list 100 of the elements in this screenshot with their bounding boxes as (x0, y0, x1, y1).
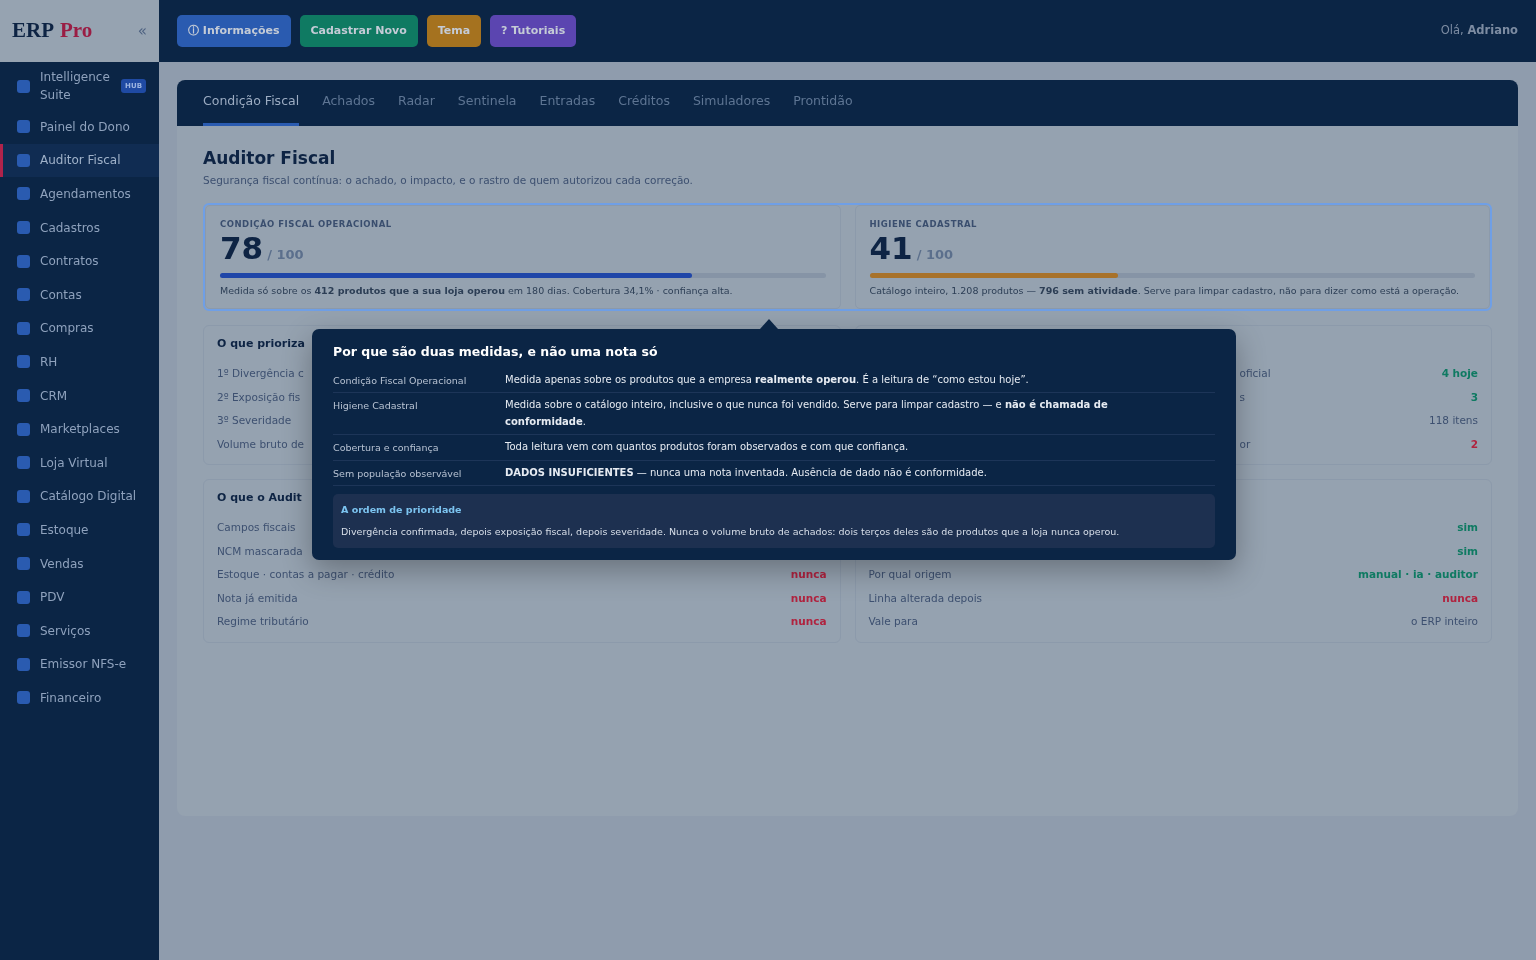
sidebar-item[interactable]: Auditor Fiscal (0, 143, 159, 178)
sidebar-label: Compras (40, 320, 94, 338)
term-label: Cobertura e confiança (333, 441, 440, 456)
row-label: 1º Divergência c (217, 366, 304, 382)
sidebar-item[interactable]: PDV (0, 580, 159, 614)
module-icon (17, 288, 30, 302)
sidebar-label: Emissor NFS-e (40, 656, 127, 674)
sidebar-item[interactable]: Compras (0, 311, 159, 346)
row-label: Volume bruto de (217, 436, 305, 452)
row-label: Linha alterada depois (868, 590, 983, 606)
row-label: 2º Exposição fis (217, 389, 301, 405)
sidebar-item[interactable]: Loja Virtual (0, 445, 159, 480)
score-value: 78 (220, 230, 264, 265)
sidebar-label: RH (40, 353, 58, 371)
row-value: 4 hoje (1441, 366, 1478, 382)
sidebar-label: Auditor Fiscal (40, 152, 121, 170)
score-max: / 100 (916, 245, 954, 264)
sidebar-item[interactable]: Agendamentos (0, 177, 159, 211)
sidebar-item[interactable]: Painel do Dono (0, 110, 159, 144)
popover-title: Por que são duas medidas, e não uma nota só (333, 343, 659, 361)
sidebar-item[interactable]: RH (0, 345, 159, 379)
sidebar-label: Marketplaces (40, 421, 120, 439)
sidebar-item[interactable]: Catálogo Digital (0, 479, 159, 514)
sidebar-item[interactable]: CRM (0, 378, 159, 413)
row-value: nunca (790, 567, 827, 583)
card-title: O que o Audit (217, 491, 302, 505)
tab[interactable]: Sentinela (457, 80, 517, 126)
row-label: Estoque · contas a pagar · crédito (217, 567, 395, 583)
row-label: Vale para (868, 614, 918, 630)
term-label: Higiene Cadastral (333, 399, 419, 414)
term-description: Medida apenas sobre os produtos que a empresa realmente operou. É a leitura de “como estou hoje”. (505, 372, 1030, 387)
sidebar-label: Catálogo Digital (40, 488, 137, 506)
score-note: Medida só sobre os 412 produtos que a sua loja operou em 180 dias. Cobertura 34,1% · confiança alta. (220, 284, 734, 298)
module-icon (17, 355, 30, 369)
term-description: Medida sobre o catálogo inteiro, inclusive o que nunca foi vendido. Serve para limpar cadastro — e não é chamada de conformidade. (505, 398, 1109, 429)
module-icon (17, 590, 30, 604)
row-label: Por qual origem (868, 567, 952, 583)
sidebar-label: Estoque (40, 521, 89, 539)
tab[interactable]: Entradas (539, 80, 596, 126)
tab[interactable]: Simuladores (692, 80, 771, 126)
row-label: Regime tributário (217, 614, 309, 630)
page-title: Auditor Fiscal (203, 148, 337, 169)
module-icon (17, 221, 30, 235)
sidebar-item[interactable]: Contas (0, 277, 159, 312)
sidebar-item[interactable]: Serviços (0, 613, 159, 648)
row-value: 118 itens (1429, 413, 1478, 429)
module-icon (17, 321, 30, 335)
module-icon (17, 624, 30, 638)
row-value: nunca (1442, 590, 1478, 606)
row-label: oficial (1239, 366, 1271, 382)
module-icon (17, 456, 30, 470)
header-button[interactable]: ? Tutoriais (490, 14, 577, 48)
sidebar-item[interactable]: Contratos (0, 244, 159, 278)
module-icon (17, 254, 30, 268)
logo-text: Pro (60, 17, 93, 45)
sidebar-item[interactable]: Emissor NFS-e (0, 647, 159, 682)
module-icon (17, 523, 30, 537)
row-label: 3º Severidade (217, 413, 292, 429)
tab[interactable]: Créditos (618, 80, 670, 126)
sidebar-item[interactable]: Marketplaces (0, 412, 159, 446)
module-icon (17, 187, 30, 201)
module-icon (17, 79, 30, 93)
row-value: o ERP inteiro (1411, 614, 1478, 630)
sidebar-label: Financeiro (40, 689, 102, 707)
row-value: 2 (1470, 436, 1478, 452)
tab[interactable]: Prontidão (793, 80, 853, 126)
header-button[interactable]: Cadastrar Novo (299, 14, 418, 48)
score-note: Catálogo inteiro, 1.208 produtos — 796 sem atividade. Serve para limpar cadastro, não para dizer como está a operação. (869, 284, 1461, 298)
page-subtitle: Segurança fiscal contínua: o achado, o impacto, e o rastro de quem autorizou cada correção. (203, 173, 694, 189)
sidebar-label: Serviços (40, 622, 91, 640)
module-icon (17, 120, 30, 134)
module-icon (17, 422, 30, 436)
row-label: or (1239, 436, 1251, 452)
row-label: Nota já emitida (217, 590, 298, 606)
sidebar-item[interactable]: Cadastros (0, 210, 159, 245)
sidebar-label: PDV (40, 589, 65, 607)
sidebar-label: Cadastros (40, 219, 100, 237)
term-label: Condição Fiscal Operacional (333, 373, 468, 388)
row-label: s (1239, 389, 1245, 405)
sidebar-label: Loja Virtual (40, 454, 108, 472)
sidebar-item[interactable]: Estoque (0, 513, 159, 547)
module-icon (17, 691, 30, 705)
sidebar-item[interactable]: Financeiro (0, 681, 159, 715)
term-label: Sem população observável (333, 466, 463, 481)
greeting-text: Olá, Adriano (1440, 22, 1518, 40)
sidebar-label: Contas (40, 286, 82, 304)
tab[interactable]: Condição Fiscal (203, 80, 300, 126)
score-label: CONDIÇÃO FISCAL OPERACIONAL (220, 218, 393, 231)
score-label: HIGIENE CADASTRAL (869, 218, 978, 231)
module-icon (17, 657, 30, 671)
callout-text: Divergência confirmada, depois exposição fiscal, depois severidade. Nunca o volume bruto de achados: dois terços deles são de produtos que a loja nunca operou. (341, 524, 1121, 539)
sidebar-item[interactable]: Vendas (0, 546, 159, 581)
tab[interactable]: Radar (398, 80, 435, 126)
tab[interactable]: Achados (322, 80, 376, 126)
row-value: sim (1457, 520, 1478, 536)
callout-title: A ordem de prioridade (341, 503, 463, 518)
score-value: 41 (869, 230, 913, 265)
header-button[interactable]: ⓘ Informações (177, 14, 291, 48)
card-title: O que prioriza (217, 337, 305, 351)
term-description: Toda leitura vem com quantos produtos foram observados e com que confiança. (505, 440, 910, 455)
